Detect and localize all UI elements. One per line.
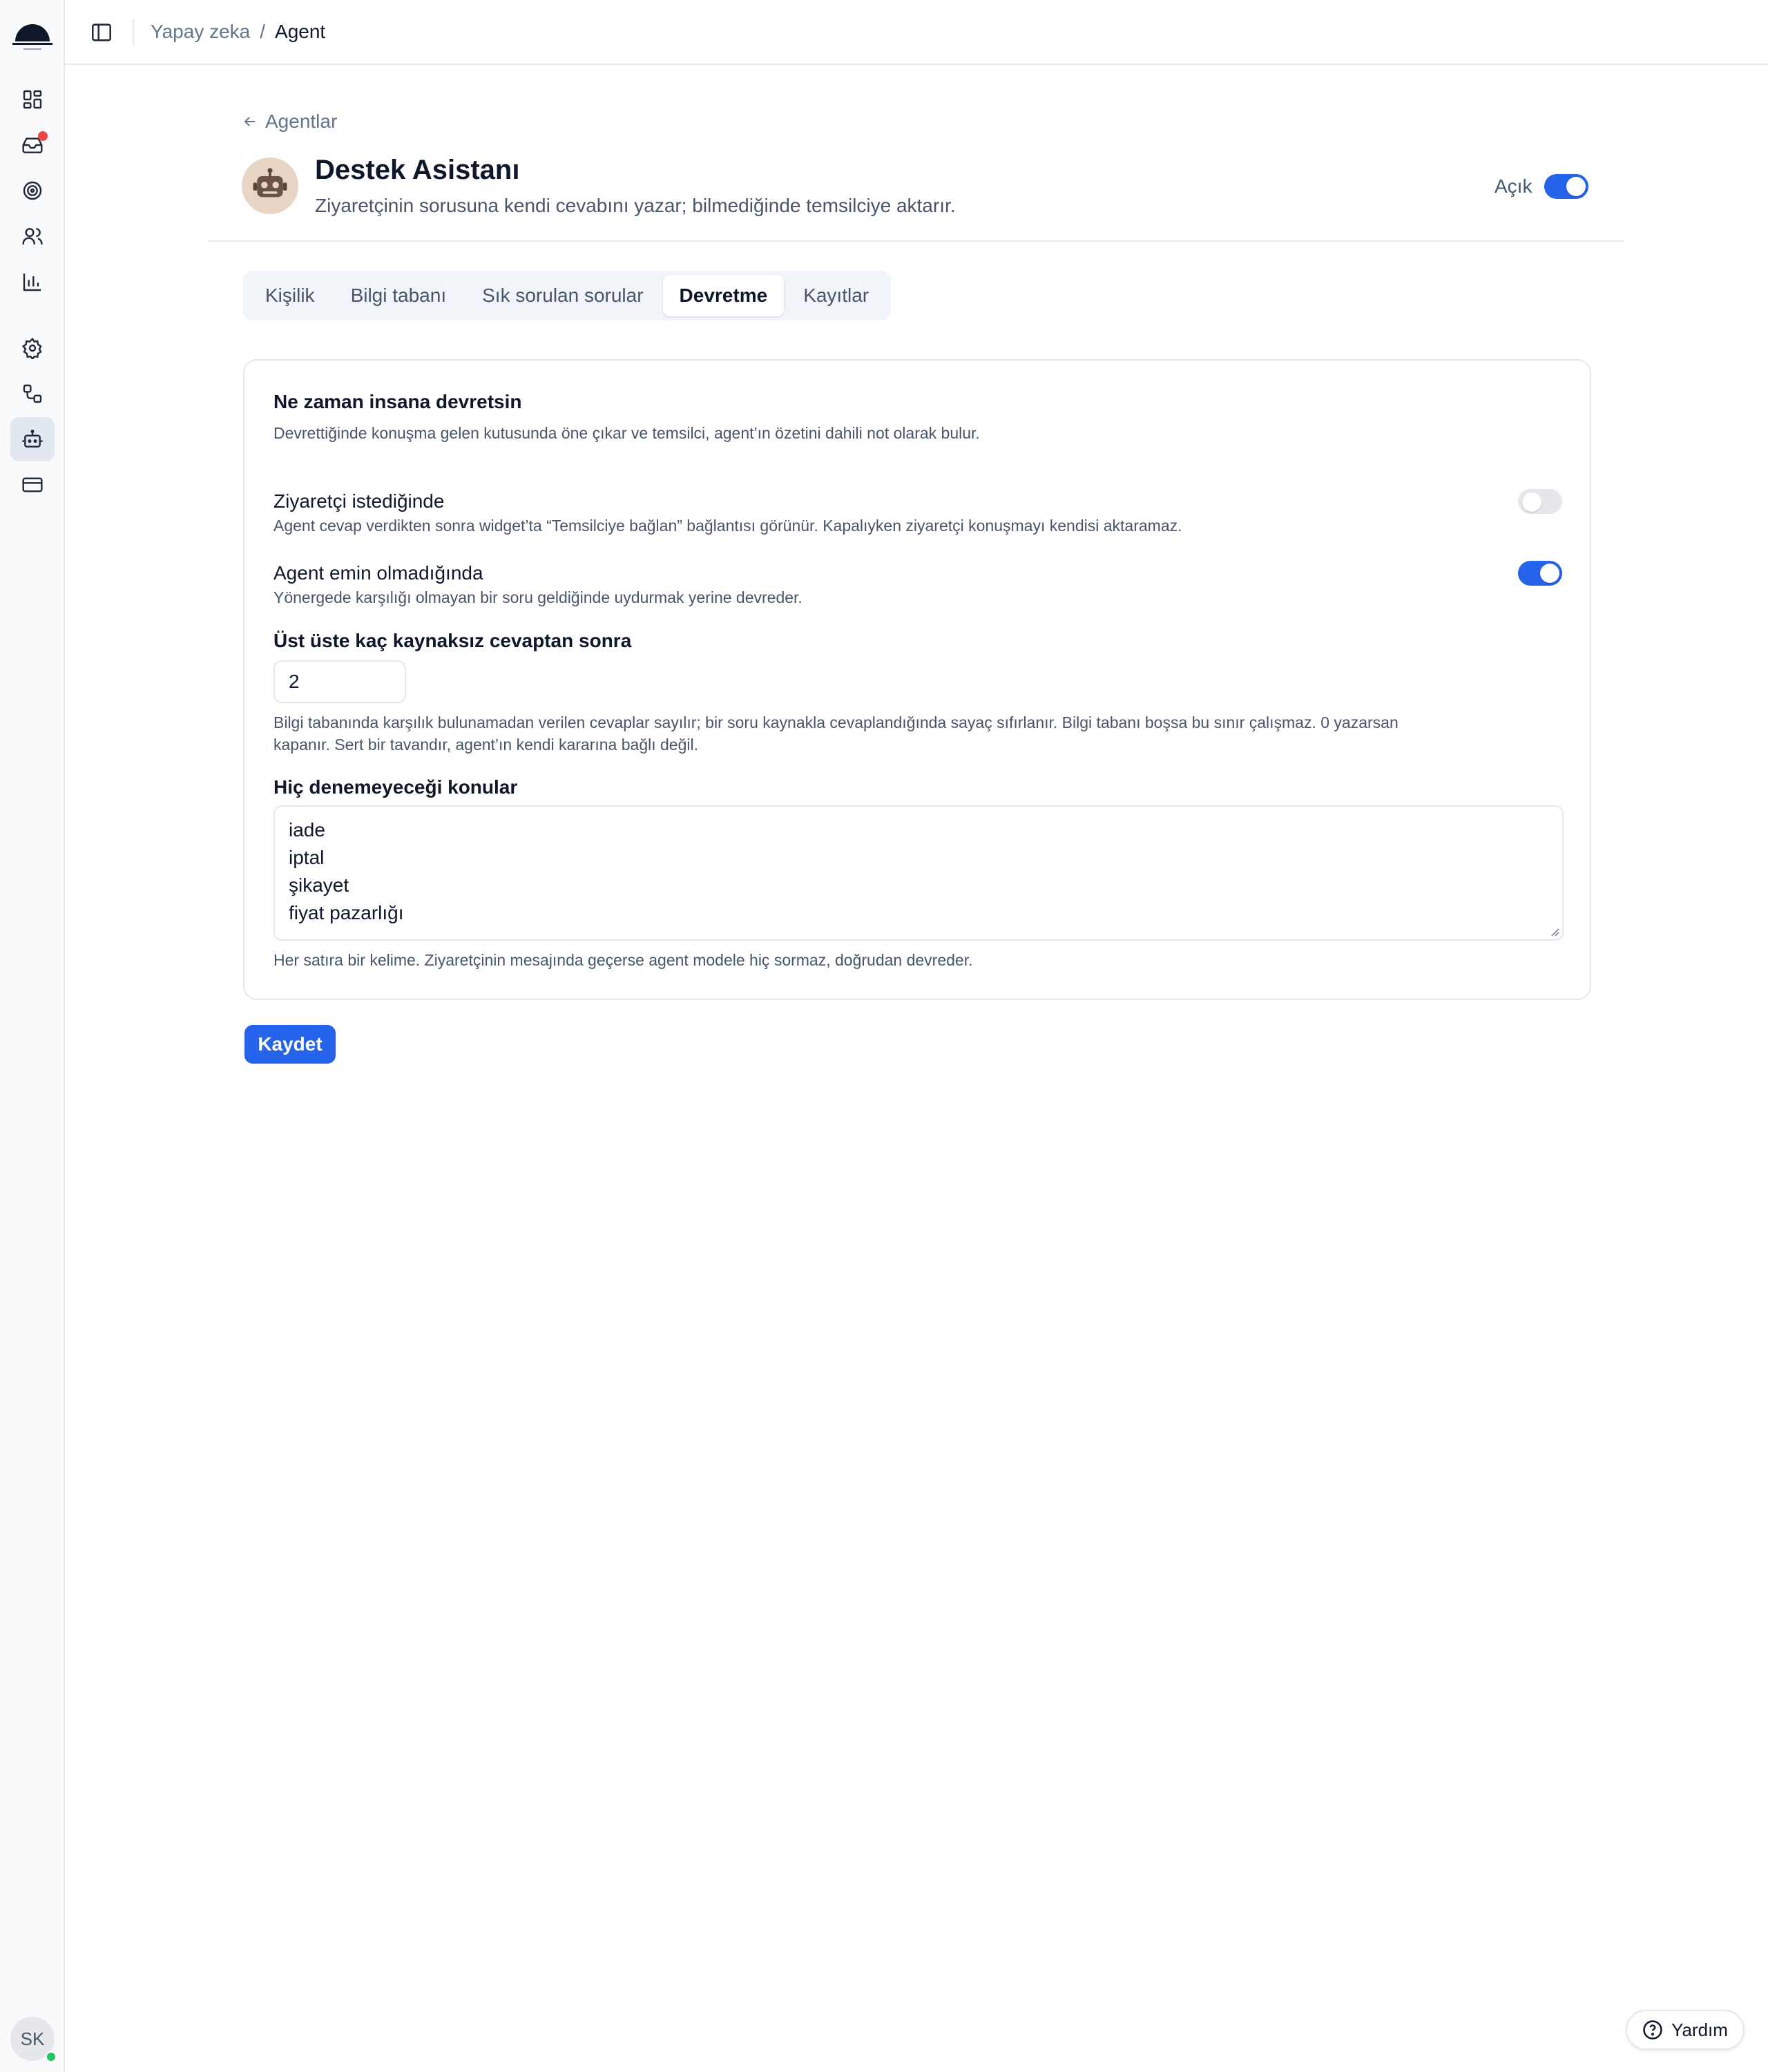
sidebar: SK	[0, 0, 65, 2072]
back-link-label: Agentlar	[265, 111, 338, 132]
agent-description: Ziyaretçinin sorusuna kendi cevabını yaz…	[315, 195, 956, 216]
agent-enabled-toggle[interactable]	[1544, 174, 1588, 199]
help-button[interactable]: Yardım	[1626, 2010, 1745, 2050]
header-divider	[209, 240, 1624, 242]
unsourced-limit-label: Üst üste kaç kaynaksız cevaptan sonra	[273, 630, 632, 651]
gear-icon	[21, 337, 42, 359]
toggle-knob	[1522, 492, 1541, 512]
unsourced-limit-help: Bilgi tabanında karşılık bulunamadan ver…	[273, 711, 1558, 756]
agent-tabs: Kişilik Bilgi tabanı Sık sorulan sorular…	[243, 271, 892, 320]
visitor-request-title: Ziyaretçi istediğinde	[273, 490, 445, 512]
target-icon	[23, 181, 42, 200]
handoff-settings-card: Ne zaman insana devretsin Devrettiğinde …	[243, 359, 1591, 1000]
dashboard-icon	[23, 90, 42, 109]
breadcrumb-separator: /	[260, 21, 266, 42]
nav-ai-agent[interactable]	[10, 417, 55, 461]
agent-title: Destek Asistanı	[315, 155, 520, 185]
save-button[interactable]: Kaydet	[244, 1025, 336, 1064]
topic-line: şikayet	[289, 874, 349, 896]
agent-status-label: Açık	[1495, 175, 1532, 197]
handoff-section-description: Devrettiğinde konuşma gelen kutusunda ön…	[273, 424, 980, 442]
agent-unsure-toggle[interactable]	[1518, 561, 1562, 586]
nav-contacts[interactable]	[10, 214, 55, 258]
breadcrumb-parent-link[interactable]: Yapay zeka	[151, 21, 250, 43]
help-button-label: Yardım	[1671, 2019, 1728, 2040]
unsourced-help-line-2: kapanır. Sert bir tavandır, agent’ın ken…	[273, 736, 698, 754]
tab-faq[interactable]: Sık sorulan sorular	[465, 275, 660, 316]
tab-personality[interactable]: Kişilik	[249, 275, 332, 316]
panel-left-icon	[91, 23, 112, 41]
nav-reports[interactable]	[10, 260, 55, 304]
toggle-knob	[1540, 564, 1559, 583]
topic-line: fiyat pazarlığı	[289, 902, 404, 923]
nav-settings[interactable]	[10, 326, 55, 370]
sidebar-toggle-button[interactable]	[90, 21, 113, 44]
topic-line: iptal	[289, 847, 325, 868]
topbar: Yapay zeka / Agent	[65, 0, 1768, 65]
robot-icon	[253, 168, 287, 198]
nav-goals[interactable]	[10, 169, 55, 213]
logo[interactable]	[11, 11, 54, 51]
agent-unsure-description: Yönergede karşılığı olmayan bir soru gel…	[273, 588, 803, 606]
integrations-icon	[23, 384, 42, 403]
unsourced-limit-input[interactable]: 2	[273, 660, 406, 703]
topbar-divider	[133, 19, 134, 46]
back-to-agents-link[interactable]: Agentlar	[242, 111, 337, 133]
bar-chart-icon	[23, 274, 41, 291]
notification-dot	[38, 131, 48, 141]
help-circle-icon	[1643, 2020, 1662, 2040]
breadcrumb-current: Agent	[275, 21, 326, 42]
credit-card-icon	[22, 477, 43, 492]
tab-logs[interactable]: Kayıtlar	[787, 275, 885, 316]
visitor-request-toggle[interactable]	[1518, 489, 1562, 514]
bot-icon	[22, 430, 43, 448]
nav-integrations[interactable]	[10, 372, 55, 416]
nav-dashboard[interactable]	[10, 77, 55, 122]
blocked-topics-label: Hiç denemeyeceği konular	[273, 776, 518, 798]
nav-billing[interactable]	[10, 463, 55, 507]
unsourced-help-line-1: Bilgi tabanında karşılık bulunamadan ver…	[273, 713, 1399, 731]
handoff-section-title: Ne zaman insana devretsin	[273, 391, 522, 412]
agent-unsure-title: Agent emin olmadığında	[273, 562, 483, 584]
arrow-left-icon	[244, 117, 255, 126]
blocked-topics-textarea[interactable]: iade iptal şikayet fiyat pazarlığı	[273, 805, 1564, 941]
topic-line: iade	[289, 819, 325, 841]
agent-avatar	[242, 157, 298, 214]
tab-knowledge-base[interactable]: Bilgi tabanı	[334, 275, 463, 316]
breadcrumb: Yapay zeka / Agent	[151, 21, 325, 43]
toggle-knob	[1566, 177, 1586, 196]
users-icon	[22, 228, 43, 244]
tab-handoff[interactable]: Devretme	[662, 275, 785, 316]
visitor-request-description: Agent cevap verdikten sonra widget’ta “T…	[273, 517, 1182, 535]
online-status-dot	[46, 2051, 57, 2062]
blocked-topics-help: Her satıra bir kelime. Ziyaretçinin mesa…	[273, 951, 973, 969]
nav-inbox[interactable]	[10, 123, 55, 167]
resize-handle-icon[interactable]	[1550, 927, 1559, 937]
